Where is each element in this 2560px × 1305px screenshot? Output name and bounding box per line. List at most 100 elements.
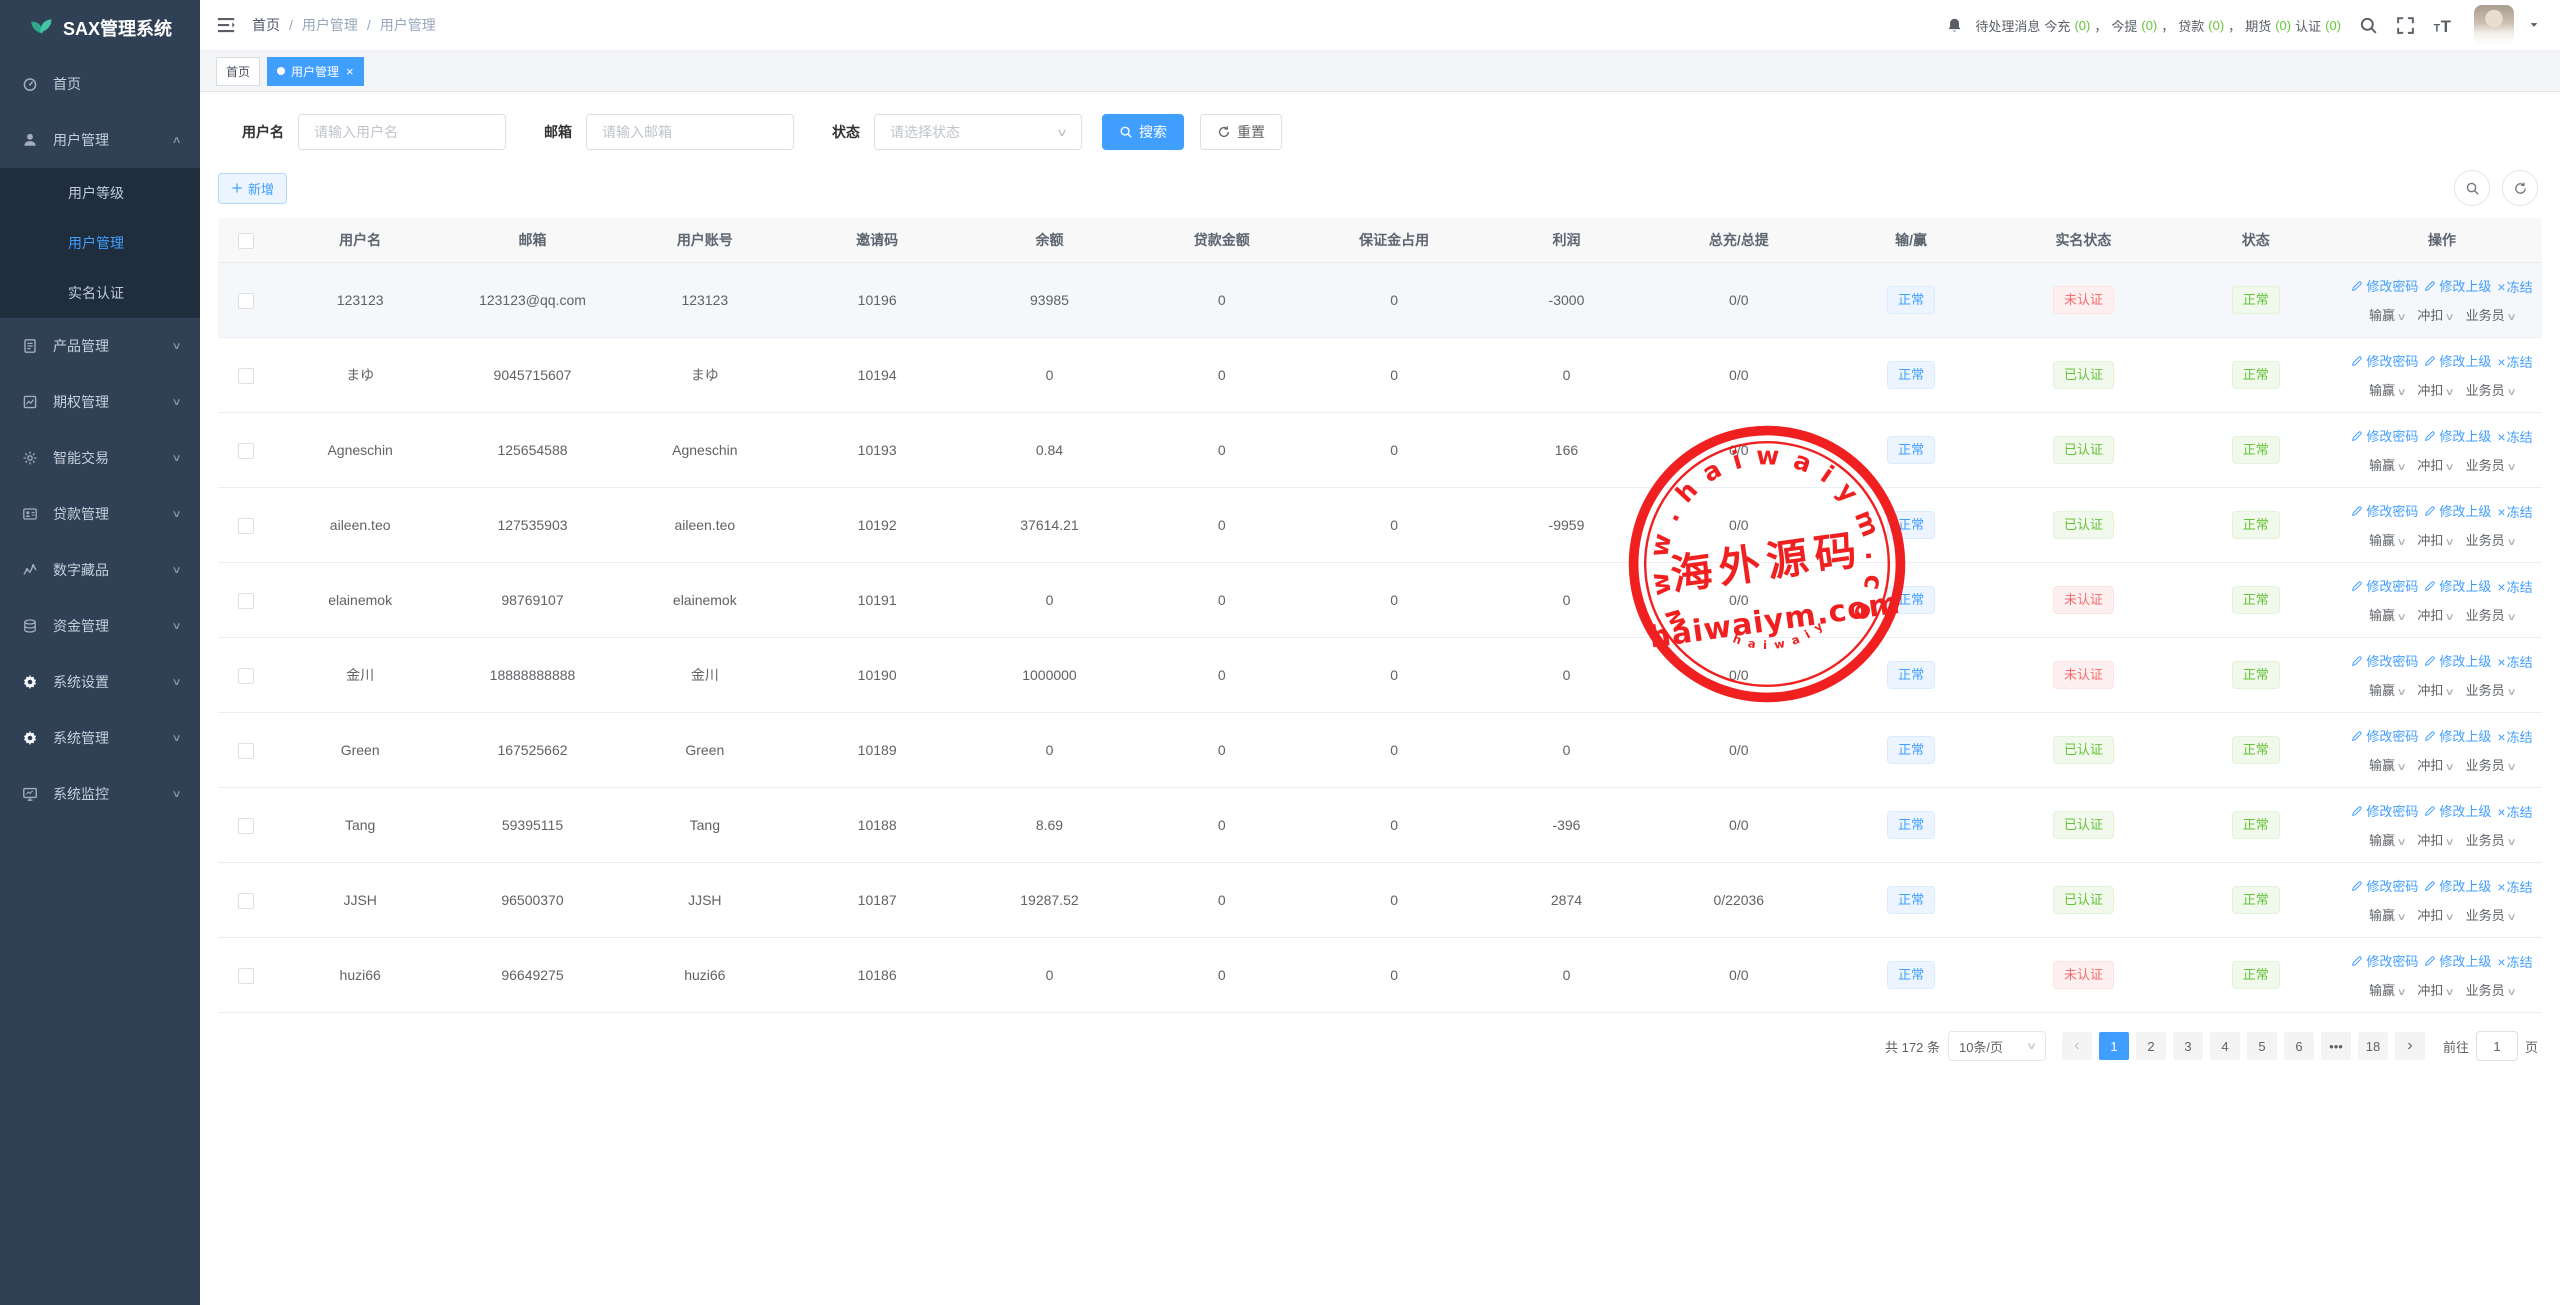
bell-icon[interactable] — [1946, 17, 1963, 34]
page-number-button[interactable]: 5 — [2247, 1032, 2277, 1060]
row-dropdown[interactable]: 输赢∨ — [2369, 983, 2405, 998]
font-size-icon[interactable]: TT — [2433, 16, 2452, 35]
row-dropdown[interactable]: 业务员∨ — [2466, 833, 2515, 848]
action-edit-link[interactable]: 修改密码 — [2351, 351, 2418, 370]
row-dropdown[interactable]: 输赢∨ — [2369, 908, 2405, 923]
row-dropdown[interactable]: 输赢∨ — [2369, 608, 2405, 623]
row-dropdown[interactable]: 业务员∨ — [2466, 458, 2515, 473]
row-dropdown[interactable]: 冲扣∨ — [2417, 458, 2453, 473]
action-edit-link[interactable]: 修改上级 — [2424, 876, 2491, 895]
page-size-select[interactable]: 10条/页 ∨ — [1948, 1031, 2046, 1061]
sidebar-item[interactable]: 贷款管理∨ — [0, 486, 200, 542]
row-dropdown[interactable]: 业务员∨ — [2466, 983, 2515, 998]
row-dropdown[interactable]: 业务员∨ — [2466, 908, 2515, 923]
search-icon[interactable] — [2359, 16, 2378, 35]
table-refresh-button[interactable] — [2502, 170, 2538, 206]
action-freeze-link[interactable]: ×冻结 — [2497, 727, 2532, 746]
row-dropdown[interactable]: 冲扣∨ — [2417, 308, 2453, 323]
row-dropdown[interactable]: 业务员∨ — [2466, 758, 2515, 773]
row-dropdown[interactable]: 输赢∨ — [2369, 458, 2405, 473]
sidebar-item[interactable]: 智能交易∨ — [0, 430, 200, 486]
action-edit-link[interactable]: 修改密码 — [2351, 801, 2418, 820]
row-dropdown[interactable]: 输赢∨ — [2369, 533, 2405, 548]
row-dropdown[interactable]: 输赢∨ — [2369, 383, 2405, 398]
row-dropdown[interactable]: 业务员∨ — [2466, 533, 2515, 548]
page-number-button[interactable]: 3 — [2173, 1032, 2203, 1060]
action-freeze-link[interactable]: ×冻结 — [2497, 502, 2532, 521]
action-freeze-link[interactable]: ×冻结 — [2497, 877, 2532, 896]
row-dropdown[interactable]: 冲扣∨ — [2417, 833, 2453, 848]
row-checkbox[interactable] — [238, 443, 254, 459]
action-edit-link[interactable]: 修改上级 — [2424, 726, 2491, 745]
username-input[interactable] — [298, 114, 506, 150]
page-number-button[interactable]: 1 — [2099, 1032, 2129, 1060]
row-dropdown[interactable]: 冲扣∨ — [2417, 533, 2453, 548]
sidebar-subitem[interactable]: 实名认证 — [0, 268, 200, 318]
row-dropdown[interactable]: 业务员∨ — [2466, 308, 2515, 323]
breadcrumb-item[interactable]: 首页 — [252, 15, 280, 35]
prev-page-button[interactable]: ‹ — [2062, 1032, 2092, 1060]
row-checkbox[interactable] — [238, 668, 254, 684]
status-select[interactable]: 请选择状态 ∨ — [874, 114, 1082, 150]
action-freeze-link[interactable]: ×冻结 — [2497, 277, 2532, 296]
action-edit-link[interactable]: 修改密码 — [2351, 876, 2418, 895]
row-dropdown[interactable]: 冲扣∨ — [2417, 608, 2453, 623]
row-checkbox[interactable] — [238, 368, 254, 384]
hamburger-icon[interactable] — [216, 15, 236, 35]
row-checkbox[interactable] — [238, 293, 254, 309]
sidebar-item[interactable]: 资金管理∨ — [0, 598, 200, 654]
search-button[interactable]: 搜索 — [1102, 114, 1184, 150]
row-dropdown[interactable]: 输赢∨ — [2369, 758, 2405, 773]
action-edit-link[interactable]: 修改上级 — [2424, 576, 2491, 595]
sidebar-item[interactable]: 用户管理∧ — [0, 112, 200, 168]
row-dropdown[interactable]: 输赢∨ — [2369, 308, 2405, 323]
action-freeze-link[interactable]: ×冻结 — [2497, 802, 2532, 821]
action-edit-link[interactable]: 修改上级 — [2424, 426, 2491, 445]
sidebar-item[interactable]: 系统管理∨ — [0, 710, 200, 766]
sidebar-subitem[interactable]: 用户管理 — [0, 218, 200, 268]
action-freeze-link[interactable]: ×冻结 — [2497, 652, 2532, 671]
action-edit-link[interactable]: 修改密码 — [2351, 651, 2418, 670]
action-edit-link[interactable]: 修改密码 — [2351, 426, 2418, 445]
page-number-button[interactable]: 2 — [2136, 1032, 2166, 1060]
sidebar-item[interactable]: 期权管理∨ — [0, 374, 200, 430]
row-checkbox[interactable] — [238, 593, 254, 609]
page-number-button[interactable]: 4 — [2210, 1032, 2240, 1060]
row-checkbox[interactable] — [238, 893, 254, 909]
sidebar-item[interactable]: 产品管理∨ — [0, 318, 200, 374]
row-checkbox[interactable] — [238, 518, 254, 534]
row-dropdown[interactable]: 冲扣∨ — [2417, 383, 2453, 398]
next-page-button[interactable]: › — [2395, 1032, 2425, 1060]
action-edit-link[interactable]: 修改密码 — [2351, 276, 2418, 295]
row-dropdown[interactable]: 输赢∨ — [2369, 833, 2405, 848]
action-edit-link[interactable]: 修改上级 — [2424, 801, 2491, 820]
row-dropdown[interactable]: 冲扣∨ — [2417, 758, 2453, 773]
add-button[interactable]: 新增 — [218, 173, 287, 204]
action-edit-link[interactable]: 修改上级 — [2424, 651, 2491, 670]
row-checkbox[interactable] — [238, 743, 254, 759]
sidebar-item[interactable]: 系统监控∨ — [0, 766, 200, 822]
action-edit-link[interactable]: 修改密码 — [2351, 726, 2418, 745]
row-dropdown[interactable]: 业务员∨ — [2466, 683, 2515, 698]
action-edit-link[interactable]: 修改密码 — [2351, 501, 2418, 520]
tab-item[interactable]: 首页 — [216, 57, 260, 86]
action-freeze-link[interactable]: ×冻结 — [2497, 577, 2532, 596]
action-edit-link[interactable]: 修改密码 — [2351, 951, 2418, 970]
sidebar-item[interactable]: 首页 — [0, 56, 200, 112]
action-freeze-link[interactable]: ×冻结 — [2497, 352, 2532, 371]
email-input[interactable] — [586, 114, 794, 150]
tab-active[interactable]: 用户管理× — [267, 57, 364, 86]
action-freeze-link[interactable]: ×冻结 — [2497, 952, 2532, 971]
goto-input[interactable] — [2476, 1031, 2518, 1061]
action-edit-link[interactable]: 修改上级 — [2424, 276, 2491, 295]
page-number-button[interactable]: 18 — [2358, 1032, 2388, 1060]
action-freeze-link[interactable]: ×冻结 — [2497, 427, 2532, 446]
fullscreen-icon[interactable] — [2396, 16, 2415, 35]
row-dropdown[interactable]: 冲扣∨ — [2417, 908, 2453, 923]
row-dropdown[interactable]: 冲扣∨ — [2417, 983, 2453, 998]
select-all-checkbox[interactable] — [238, 233, 254, 249]
page-number-button[interactable]: 6 — [2284, 1032, 2314, 1060]
action-edit-link[interactable]: 修改上级 — [2424, 951, 2491, 970]
close-icon[interactable]: × — [346, 65, 354, 78]
row-checkbox[interactable] — [238, 968, 254, 984]
